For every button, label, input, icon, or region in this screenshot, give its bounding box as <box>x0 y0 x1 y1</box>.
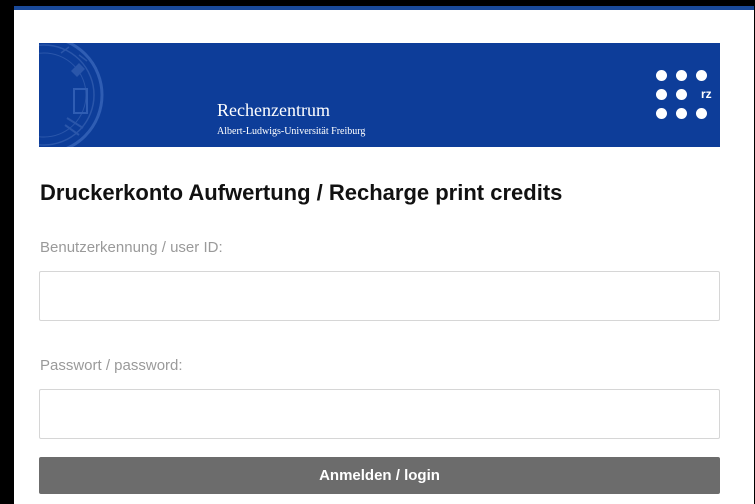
logo-text: rz <box>701 87 712 101</box>
password-label: Passwort / password: <box>40 357 183 374</box>
page-title: Druckerkonto Aufwertung / Recharge print… <box>40 180 563 205</box>
banner-subtitle: Albert-Ludwigs-Universität Freiburg <box>217 126 366 137</box>
logo-dot <box>676 89 687 100</box>
banner-title: Rechenzentrum <box>217 100 330 120</box>
user-id-input[interactable] <box>39 271 720 321</box>
logo-dot <box>656 70 667 81</box>
logo-dot <box>696 70 707 81</box>
logo-dot <box>676 108 687 119</box>
university-seal-icon <box>39 43 104 147</box>
logo-dot <box>676 70 687 81</box>
logo-dot <box>656 89 667 100</box>
header-banner: Rechenzentrum Albert-Ludwigs-Universität… <box>39 43 720 147</box>
password-input[interactable] <box>39 389 720 439</box>
rz-logo: rz <box>656 70 716 126</box>
logo-dot <box>656 108 667 119</box>
user-id-label: Benutzerkennung / user ID: <box>40 239 223 256</box>
login-page: Rechenzentrum Albert-Ludwigs-Universität… <box>14 6 754 504</box>
logo-dot <box>696 108 707 119</box>
login-button[interactable]: Anmelden / login <box>39 457 720 494</box>
